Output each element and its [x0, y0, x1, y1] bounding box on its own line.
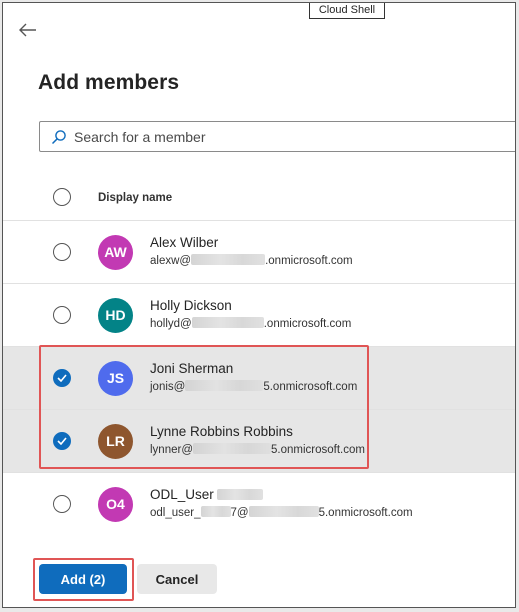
column-header-display-name: Display name — [98, 192, 173, 204]
member-radio[interactable] — [53, 495, 71, 513]
avatar: HD — [98, 298, 133, 333]
select-all-radio[interactable] — [53, 188, 71, 206]
member-row-joni-sherman[interactable]: JS Joni Sherman jonis@ 5.onmicrosoft.com — [3, 346, 515, 409]
member-radio[interactable] — [53, 306, 71, 324]
member-name: ODL_User — [150, 487, 263, 502]
member-radio-checked[interactable] — [53, 369, 71, 387]
redacted-text — [248, 506, 319, 517]
cloud-shell-tab[interactable]: Cloud Shell — [309, 3, 385, 19]
checkmark-icon — [57, 374, 67, 382]
search-icon — [51, 130, 66, 145]
avatar: JS — [98, 361, 133, 396]
member-email: lynner@ 5.onmicrosoft.com — [150, 443, 365, 456]
arrow-left-icon — [19, 23, 36, 37]
member-row-holly-dickson[interactable]: HD Holly Dickson hollyd@ .onmicrosoft.com — [3, 283, 515, 346]
search-box[interactable] — [39, 121, 515, 152]
member-row-alex-wilber[interactable]: AW Alex Wilber alexw@ .onmicrosoft.com — [3, 220, 515, 283]
avatar: AW — [98, 235, 133, 270]
member-radio-checked[interactable] — [53, 432, 71, 450]
member-name: Holly Dickson — [150, 298, 232, 313]
page-title: Add members — [38, 71, 180, 94]
redacted-text — [185, 380, 264, 391]
member-email: hollyd@ .onmicrosoft.com — [150, 317, 352, 330]
redacted-text — [200, 506, 231, 517]
redacted-text — [191, 254, 266, 265]
member-name: Lynne Robbins Robbins — [150, 424, 293, 439]
redacted-text — [216, 489, 263, 500]
cancel-button[interactable]: Cancel — [137, 564, 217, 594]
member-email: jonis@ 5.onmicrosoft.com — [150, 380, 358, 393]
member-row-lynne-robbins[interactable]: LR Lynne Robbins Robbins lynner@ 5.onmicr… — [3, 409, 515, 472]
list-header: Display name — [3, 181, 515, 217]
member-email: odl_user_ 7@ 5.onmicrosoft.com — [150, 506, 413, 519]
back-button[interactable] — [17, 19, 39, 41]
member-radio[interactable] — [53, 243, 71, 261]
avatar: O4 — [98, 487, 133, 522]
checkmark-icon — [57, 437, 67, 445]
member-name: Joni Sherman — [150, 361, 234, 376]
member-email: alexw@ .onmicrosoft.com — [150, 254, 353, 267]
member-name: Alex Wilber — [150, 235, 219, 250]
avatar: LR — [98, 424, 133, 459]
add-button[interactable]: Add (2) — [39, 564, 127, 594]
add-members-panel: Cloud Shell Add members Display name AW … — [2, 2, 516, 608]
redacted-text — [193, 443, 271, 454]
redacted-text — [191, 317, 264, 328]
search-input[interactable] — [74, 127, 494, 147]
member-row-odl-user[interactable]: O4 ODL_User odl_user_ 7@ 5.onmicrosoft.com — [3, 472, 515, 535]
